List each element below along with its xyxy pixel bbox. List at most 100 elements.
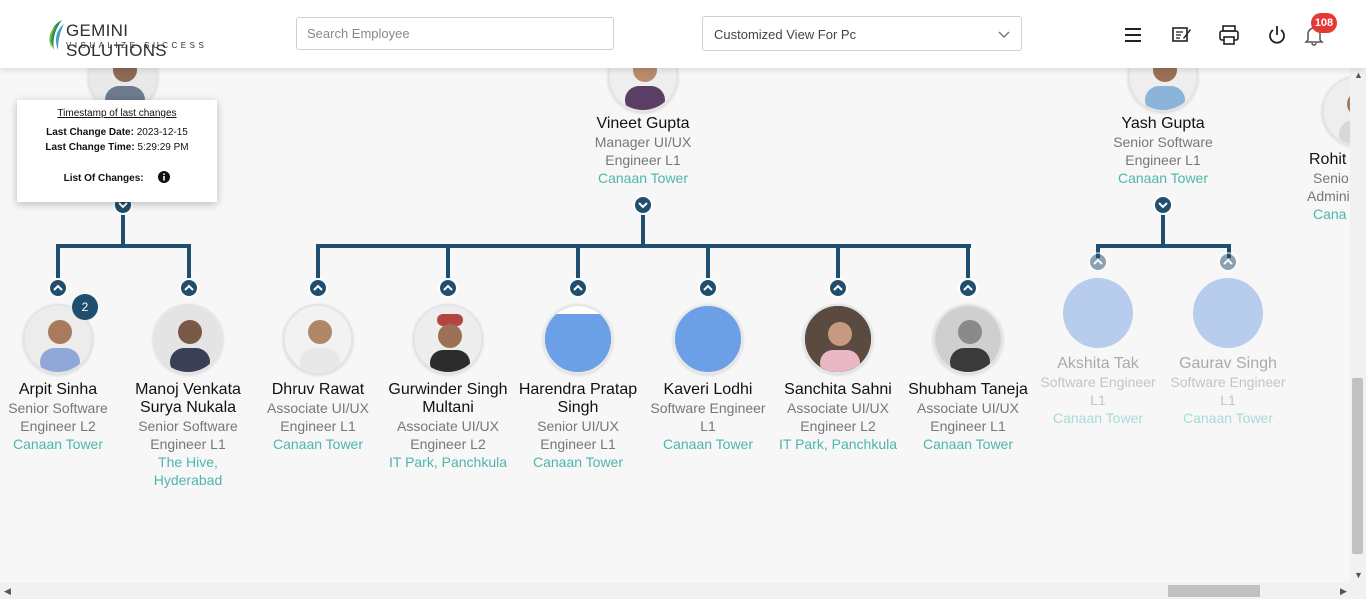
employee-name: Vineet Gupta bbox=[596, 115, 690, 132]
connector-line bbox=[56, 244, 191, 248]
avatar-dhruv[interactable] bbox=[283, 304, 353, 374]
employee-location[interactable]: Cana bbox=[1292, 205, 1350, 223]
manager-avatar-rohit[interactable] bbox=[1322, 76, 1350, 146]
tooltip-title[interactable]: Timestamp of last changes bbox=[17, 108, 217, 119]
list-of-changes-label: List Of Changes: bbox=[63, 173, 144, 184]
employee-card[interactable]: Gaurav Singh Software Engineer L1 Canaan… bbox=[1163, 355, 1293, 427]
employee-card[interactable]: Akshita Tak Software Engineer L1 Canaan … bbox=[1033, 355, 1163, 427]
employee-role: Software Engineer L1 bbox=[1170, 374, 1286, 408]
expand-up-toggle[interactable] bbox=[568, 278, 588, 298]
manager-card-yash[interactable]: Yash Gupta Senior Software Engineer L1 C… bbox=[1098, 115, 1228, 187]
timestamp-tooltip: Timestamp of last changes Last Change Da… bbox=[17, 100, 217, 202]
last-change-date-label: Last Change Date: bbox=[46, 127, 134, 138]
employee-card[interactable]: Harendra Pratap Singh Senior UI/UX Engin… bbox=[513, 381, 643, 471]
last-change-date-value: 2023-12-15 bbox=[136, 127, 188, 138]
manager-avatar-vineet[interactable] bbox=[608, 68, 678, 112]
employee-name: Yash Gupta bbox=[1121, 115, 1205, 132]
expand-up-toggle[interactable] bbox=[438, 278, 458, 298]
list-of-changes-row: List Of Changes: bbox=[17, 171, 217, 184]
employee-role-line2: Admini bbox=[1307, 188, 1350, 204]
connector-line bbox=[836, 244, 840, 280]
employee-location[interactable]: Canaan Tower bbox=[643, 435, 773, 453]
employee-location[interactable]: The Hive, Hyderabad bbox=[143, 453, 233, 489]
employee-role: Senior Software Engineer L2 bbox=[8, 400, 108, 434]
expand-up-toggle[interactable] bbox=[308, 278, 328, 298]
employee-location[interactable]: Canaan Tower bbox=[903, 435, 1033, 453]
employee-role: Associate UI/UX Engineer L1 bbox=[917, 400, 1019, 434]
search-employee-input[interactable] bbox=[296, 17, 614, 50]
chevron-up-icon bbox=[573, 284, 583, 291]
vertical-scroll-thumb[interactable] bbox=[1352, 378, 1363, 554]
employee-card[interactable]: Kaveri Lodhi Software Engineer L1 Canaan… bbox=[643, 381, 773, 453]
avatar-manoj[interactable] bbox=[153, 304, 223, 374]
top-header: GEMINI SOLUTIONS VISUALIZE SUCCESS Custo… bbox=[0, 0, 1366, 68]
expand-up-toggle[interactable] bbox=[1218, 252, 1238, 272]
avatar-shubham[interactable] bbox=[933, 304, 1003, 374]
expand-up-toggle[interactable] bbox=[698, 278, 718, 298]
edit-note-icon[interactable] bbox=[1171, 24, 1193, 46]
manager-card-rohit[interactable]: Rohit Senio Admini Cana bbox=[1292, 151, 1350, 223]
collapse-toggle[interactable] bbox=[1153, 195, 1173, 215]
employee-location[interactable]: Canaan Tower bbox=[1098, 169, 1228, 187]
avatar-sanchita[interactable] bbox=[803, 304, 873, 374]
scroll-right-arrow-icon[interactable]: ▶ bbox=[1340, 586, 1347, 597]
employee-location[interactable]: Canaan Tower bbox=[1033, 409, 1163, 427]
employee-name: Shubham Taneja bbox=[908, 381, 1028, 398]
employee-card[interactable]: Arpit Sinha Senior Software Engineer L2 … bbox=[0, 381, 123, 453]
connector-line bbox=[1096, 244, 1231, 248]
chevron-down-icon bbox=[998, 31, 1010, 38]
last-change-time-value: 5:29:29 PM bbox=[137, 142, 189, 153]
employee-card[interactable]: Sanchita Sahni Associate UI/UX Engineer … bbox=[773, 381, 903, 453]
avatar-harendra[interactable] bbox=[543, 304, 613, 374]
employee-name: Dhruv Rawat bbox=[271, 381, 365, 398]
horizontal-scroll-thumb[interactable] bbox=[1168, 585, 1260, 597]
employee-location[interactable]: Canaan Tower bbox=[0, 435, 123, 453]
last-change-date-row: Last Change Date: 2023-12-15 bbox=[17, 127, 217, 138]
scroll-left-arrow-icon[interactable]: ◀ bbox=[4, 586, 11, 597]
employee-role: Associate UI/UX Engineer L2 bbox=[397, 418, 499, 452]
gemini-logo[interactable]: GEMINI SOLUTIONS VISUALIZE SUCCESS bbox=[46, 16, 216, 60]
org-chart-canvas[interactable]: Vineet Gupta Manager UI/UX Engineer L1 C… bbox=[0, 68, 1350, 583]
employee-name: Rohit bbox=[1309, 151, 1347, 168]
employee-role: Senior UI/UX Engineer L1 bbox=[537, 418, 619, 452]
employee-card[interactable]: Dhruv Rawat Associate UI/UX Engineer L1 … bbox=[253, 381, 383, 453]
employee-role: Software Engineer L1 bbox=[1040, 374, 1156, 408]
avatar-akshita[interactable] bbox=[1063, 278, 1133, 348]
employee-card[interactable]: Shubham Taneja Associate UI/UX Engineer … bbox=[903, 381, 1033, 453]
expand-up-toggle[interactable] bbox=[958, 278, 978, 298]
manager-card-vineet[interactable]: Vineet Gupta Manager UI/UX Engineer L1 C… bbox=[578, 115, 708, 187]
view-select[interactable]: Customized View For Pc bbox=[702, 16, 1022, 51]
employee-location[interactable]: Canaan Tower bbox=[1163, 409, 1293, 427]
print-icon[interactable] bbox=[1218, 24, 1240, 46]
expand-up-toggle[interactable] bbox=[179, 278, 199, 298]
employee-card[interactable]: Manoj Venkata Surya Nukala Senior Softwa… bbox=[123, 381, 253, 489]
employee-role: Associate UI/UX Engineer L2 bbox=[787, 400, 889, 434]
reportee-count-badge[interactable]: 2 bbox=[72, 294, 98, 320]
employee-location[interactable]: Canaan Tower bbox=[253, 435, 383, 453]
manager-avatar-yash[interactable] bbox=[1128, 68, 1198, 112]
scroll-up-arrow-icon[interactable]: ▲ bbox=[1354, 70, 1363, 80]
connector-line bbox=[576, 244, 580, 280]
connector-line bbox=[121, 214, 125, 246]
expand-up-toggle[interactable] bbox=[828, 278, 848, 298]
chevron-up-icon bbox=[1093, 258, 1103, 265]
employee-location[interactable]: Canaan Tower bbox=[513, 453, 643, 471]
avatar-gaurav[interactable] bbox=[1193, 278, 1263, 348]
chevron-up-icon bbox=[1223, 258, 1233, 265]
horizontal-scrollbar[interactable] bbox=[0, 583, 1366, 599]
power-icon[interactable] bbox=[1266, 24, 1288, 46]
avatar-gurwinder[interactable] bbox=[413, 304, 483, 374]
expand-up-toggle[interactable] bbox=[48, 278, 68, 298]
menu-icon[interactable] bbox=[1123, 24, 1145, 46]
scroll-down-arrow-icon[interactable]: ▼ bbox=[1354, 570, 1363, 580]
employee-location[interactable]: IT Park, Panchkula bbox=[773, 435, 903, 453]
info-icon[interactable] bbox=[158, 171, 171, 183]
employee-role: Software Engineer L1 bbox=[650, 400, 766, 434]
expand-up-toggle[interactable] bbox=[1088, 252, 1108, 272]
employee-location[interactable]: Canaan Tower bbox=[578, 169, 708, 187]
employee-location[interactable]: IT Park, Panchkula bbox=[383, 453, 513, 471]
employee-card[interactable]: Gurwinder Singh Multani Associate UI/UX … bbox=[383, 381, 513, 471]
chevron-down-icon bbox=[638, 202, 648, 209]
collapse-toggle[interactable] bbox=[633, 195, 653, 215]
avatar-kaveri[interactable] bbox=[673, 304, 743, 374]
